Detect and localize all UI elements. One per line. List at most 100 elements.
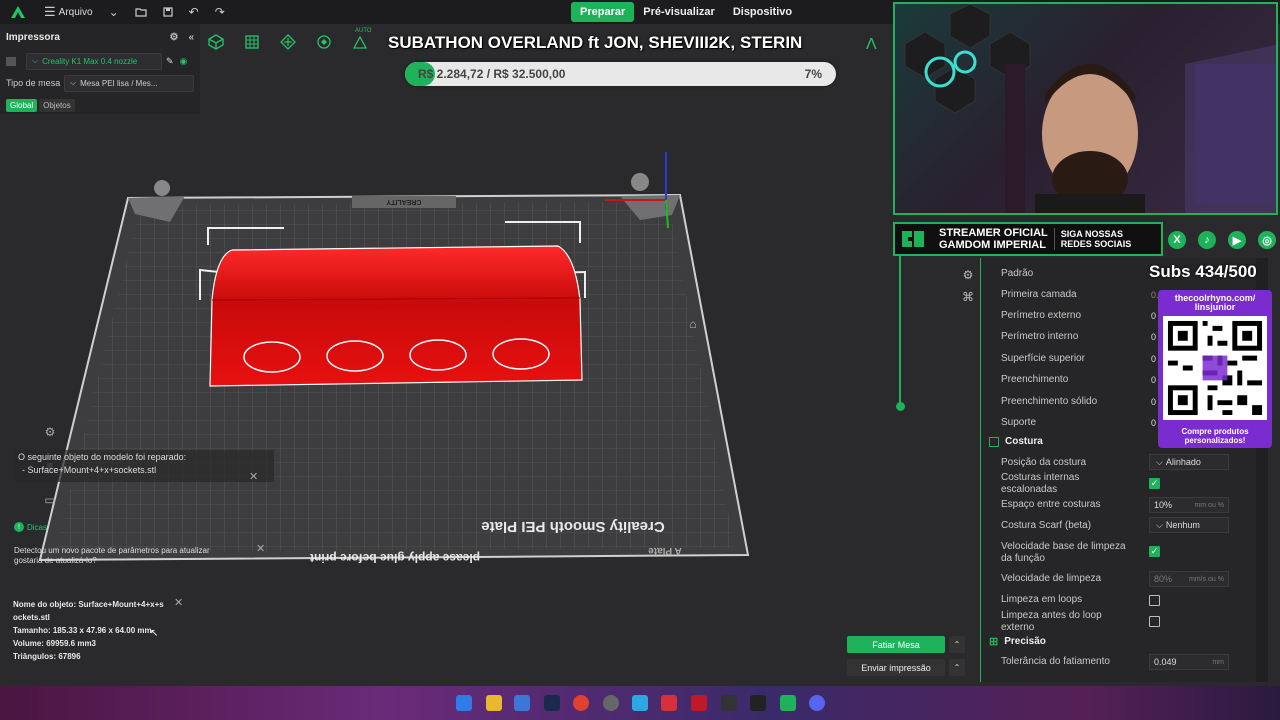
tab-prepare[interactable]: Preparar (571, 2, 635, 22)
open-folder-icon[interactable] (135, 7, 147, 17)
slice-plate-button[interactable]: Fatiar Mesa (847, 636, 945, 653)
setting-solid-infill-value: 0 (1151, 397, 1157, 407)
tab-preview[interactable]: Pré-visualizar (634, 2, 724, 22)
setting-outer-wall-value: 0 (1151, 311, 1157, 321)
grid-plate-icon[interactable] (242, 32, 262, 52)
mouse-cursor-icon: ↖ (150, 628, 159, 639)
tab-device[interactable]: Dispositivo (724, 2, 801, 22)
taskbar-app-icon[interactable] (721, 695, 737, 711)
scarf-seam-label: Costura Scarf (beta) (1001, 520, 1092, 531)
close-repair-notification-icon[interactable]: ✕ (249, 470, 258, 483)
steam-icon[interactable] (544, 695, 560, 711)
file-menu-label: Arquivo (58, 6, 93, 18)
slice-options-caret-icon[interactable]: ⌃ (949, 636, 965, 653)
wipe-speed-label: Velocidade de limpeza (1001, 573, 1102, 584)
chrome-icon[interactable] (573, 695, 589, 711)
wipe-before-checkbox[interactable] (1149, 616, 1160, 627)
setting-infill-value: 0 (1151, 375, 1157, 385)
donation-percent: 7% (804, 67, 822, 81)
main-tabs: Preparar Pré-visualizar Dispositivo (571, 2, 801, 22)
stream-logo-icon: Ʌ (866, 36, 877, 53)
slice-tolerance-value: 0.049 (1154, 657, 1177, 667)
precision-section[interactable]: ⊞ Precisão (989, 635, 1046, 648)
plate-name-text: A Plate (648, 545, 682, 556)
update-text[interactable]: Detectou um novo pacote de parâmetros pa… (14, 546, 274, 556)
object-name-line2: ockets.stl (13, 613, 50, 622)
add-cube-icon[interactable] (206, 32, 226, 52)
view-settings-gear-icon[interactable]: ⚙ (35, 422, 65, 442)
setting-support[interactable]: Suporte (1001, 417, 1036, 428)
printer-select[interactable]: ⌵ Creality K1 Max 0.4 nozzle (26, 52, 162, 70)
orient-icon[interactable] (314, 32, 334, 52)
collapse-icon[interactable]: « (188, 32, 194, 43)
creality-print-taskbar-icon[interactable] (780, 695, 796, 711)
send-print-button[interactable]: Enviar impressão (847, 659, 945, 676)
wipe-before-label-line1: Limpeza antes do loop (1001, 610, 1102, 621)
chevron-down-icon[interactable]: ⌄ (109, 5, 119, 19)
windows-start-icon[interactable] (456, 695, 472, 711)
seam-position-select[interactable]: ⌵ Alinhado (1149, 454, 1229, 470)
process-settings-icon[interactable]: ⚙ (960, 267, 976, 283)
taskbar-app-icon[interactable] (691, 695, 707, 711)
plate-type-value: Mesa PEI lisa / Mes... (80, 78, 158, 88)
donation-progress-bar: R$ 2.284,72 / R$ 32.500,00 7% (405, 62, 836, 86)
staggered-seams-checkbox[interactable]: ✓ (1149, 478, 1160, 489)
slice-tolerance-input[interactable]: 0.049 mm (1149, 654, 1229, 670)
obs-icon[interactable] (603, 695, 619, 711)
build-plate-viewport[interactable]: Creality Smooth PEI Plate please apply g… (0, 90, 890, 610)
edit-pencil-icon[interactable]: ✎ (166, 56, 174, 67)
wipe-before-label: Limpeza antes do loop externo (1001, 610, 1102, 634)
settings-gear-icon[interactable]: ⚙ (169, 32, 178, 43)
wipe-speed-input[interactable]: 80% mm/s ou % (1149, 571, 1229, 587)
taskbar-app-icon[interactable] (514, 695, 530, 711)
wipe-loops-checkbox[interactable] (1149, 595, 1160, 606)
printer-select-value: Creality K1 Max 0.4 nozzle (42, 56, 138, 66)
redo-icon[interactable]: ↷ (215, 5, 225, 19)
undo-icon[interactable]: ↶ (189, 5, 199, 19)
tips-label: Dicas (27, 522, 48, 532)
wipe-base-speed-label: Velocidade base de limpeza da função (1001, 541, 1126, 565)
taskbar-app-icon[interactable] (632, 695, 648, 711)
plate-brand-text: Creality Smooth PEI Plate (481, 518, 664, 535)
repair-item: - Surface+Mount+4+x+sockets.stl (22, 465, 157, 475)
scarf-seam-select[interactable]: ⌵ Nenhum (1149, 517, 1229, 533)
terminal-icon[interactable] (750, 695, 766, 711)
close-object-info-icon[interactable]: ✕ (174, 596, 183, 609)
compare-icon[interactable]: ⌘ (960, 289, 976, 305)
close-update-notification-icon[interactable]: ✕ (256, 542, 265, 555)
setting-solid-infill[interactable]: Preenchimento sólido (1001, 396, 1097, 407)
file-explorer-icon[interactable] (486, 695, 502, 711)
repair-notification: O seguinte objeto do modelo foi reparado… (14, 450, 274, 482)
save-icon[interactable] (163, 7, 173, 17)
update-text-2[interactable]: gostaria de atualizá-lo? (14, 556, 274, 566)
seam-gap-value: 10% (1154, 500, 1173, 510)
instagram-icon: ◎ (1258, 231, 1276, 249)
wipe-before-label-line2: externo (1001, 622, 1035, 633)
discord-icon[interactable] (809, 695, 825, 711)
arrange-icon[interactable] (278, 32, 298, 52)
qr-title-line2: linsjunior (1194, 302, 1236, 312)
setting-inner-wall-value: 0 (1151, 332, 1157, 342)
glue-warning-text: please apply glue before print (310, 551, 480, 565)
send-options-caret-icon[interactable]: ⌃ (949, 659, 965, 676)
setting-inner-wall[interactable]: Perímetro interno (1001, 331, 1078, 342)
expand-plus-icon: ⊞ (989, 636, 999, 648)
precision-section-title: Precisão (1004, 636, 1046, 647)
app-root: ☰ Arquivo ⌄ ↶ ↷ Preparar Pré-visualizar … (0, 0, 1280, 720)
wifi-icon[interactable]: ◉ (180, 56, 188, 67)
auto-orient-icon[interactable]: AUTO (350, 28, 372, 52)
object-volume: Volume: 69959.6 mm3 (13, 639, 97, 648)
view-plate-icon[interactable]: ▭ (35, 490, 65, 510)
file-menu-button[interactable]: ☰ Arquivo (44, 4, 93, 20)
wipe-base-speed-checkbox[interactable]: ✓ (1149, 546, 1160, 557)
setting-top-surface[interactable]: Superfície superior (1001, 353, 1085, 364)
plate-type-select[interactable]: ⌵ Mesa PEI lisa / Mes... (64, 74, 194, 92)
taskbar-app-icon[interactable] (661, 695, 677, 711)
setting-infill[interactable]: Preenchimento (1001, 374, 1068, 385)
seam-section[interactable]: Costura (989, 436, 1043, 447)
chevron-down-icon: ⌵ (1156, 456, 1163, 467)
setting-first-layer[interactable]: Primeira camada (1001, 289, 1077, 300)
setting-outer-wall[interactable]: Perímetro externo (1001, 310, 1081, 321)
seam-gap-input[interactable]: 10% mm ou % (1149, 497, 1229, 513)
qr-promo-box: thecoolrhyno.com/ linsjunior Compre prod… (1158, 290, 1272, 448)
